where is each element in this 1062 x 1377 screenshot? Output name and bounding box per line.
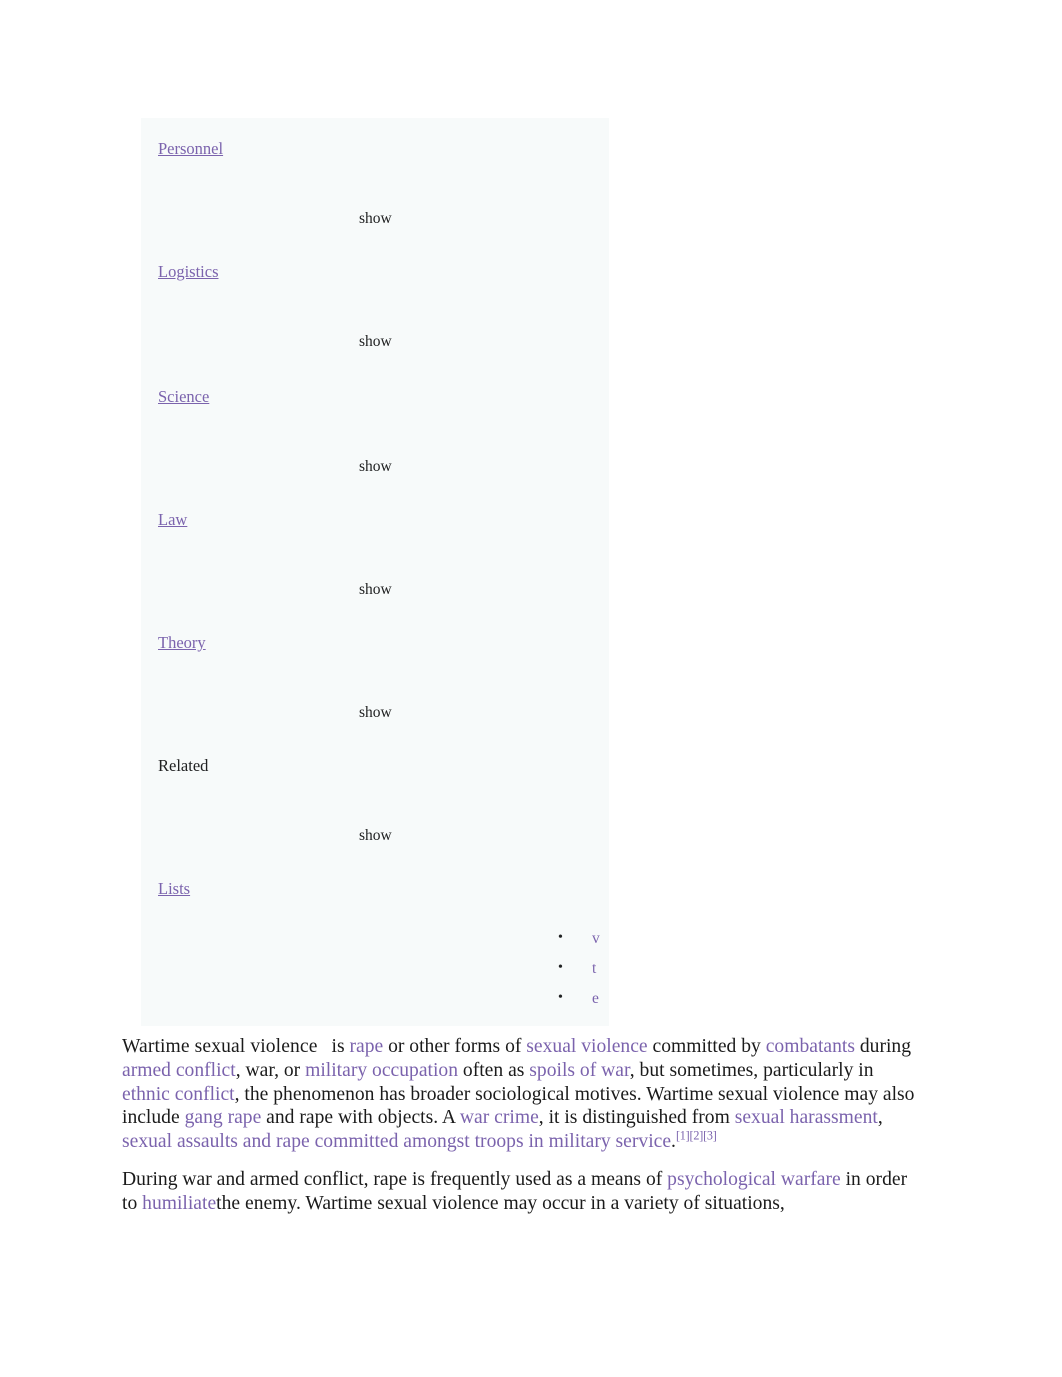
- link-combatants[interactable]: combatants: [766, 1036, 855, 1057]
- navbox: Personnel show Logistics show Science sh…: [141, 118, 609, 1026]
- navbox-show-toggle-law[interactable]: show: [359, 581, 392, 599]
- list-item: e: [541, 990, 600, 1020]
- link-sexual-assaults-troops[interactable]: sexual assaults and rape committed among…: [122, 1131, 671, 1152]
- link-war-crime[interactable]: war crime: [460, 1107, 539, 1128]
- link-humiliate[interactable]: humiliate: [142, 1193, 216, 1214]
- list-item: t: [541, 960, 600, 990]
- navbox-row-logistics: Logistics show: [141, 241, 609, 365]
- text-fragment: ,: [877, 1107, 883, 1129]
- vte-view-link[interactable]: v: [592, 930, 600, 947]
- text-fragment: during: [854, 1036, 912, 1057]
- link-rape[interactable]: rape: [349, 1036, 383, 1057]
- navbox-group-label-related: Related: [158, 756, 209, 775]
- citation-ref-3[interactable]: [3]: [703, 1129, 717, 1143]
- text-fragment: , but sometimes, particularly in: [629, 1059, 874, 1081]
- link-military-occupation[interactable]: military occupation: [305, 1060, 458, 1081]
- navbox-row-personnel: Personnel show: [141, 118, 609, 242]
- text-fragment: the enemy. Wartime sexual violence may o…: [216, 1192, 785, 1214]
- navbox-group-label-law[interactable]: Law: [158, 510, 187, 531]
- navbox-row-lists: Lists: [141, 858, 609, 982]
- navbox-group-label-science[interactable]: Science: [158, 387, 209, 408]
- text-fragment: often as: [458, 1059, 530, 1081]
- lead-term: Wartime sexual violence: [122, 1036, 318, 1057]
- lead-paragraph: Wartime sexual violence is rape or other …: [122, 1035, 915, 1154]
- vte-edit-link[interactable]: e: [592, 990, 599, 1007]
- citation-ref-2[interactable]: [2]: [690, 1129, 704, 1143]
- navbox-show-toggle-theory[interactable]: show: [359, 704, 392, 722]
- link-armed-conflict[interactable]: armed conflict: [122, 1060, 236, 1081]
- link-gang-rape[interactable]: gang rape: [185, 1107, 262, 1128]
- text-fragment: or other forms of: [383, 1036, 527, 1057]
- text-fragment: is: [331, 1036, 350, 1057]
- link-sexual-harassment[interactable]: sexual harassment: [735, 1107, 878, 1128]
- navbox-row-science: Science show: [141, 366, 609, 490]
- vte-list: v t e: [541, 930, 600, 1020]
- navbox-show-toggle-related[interactable]: show: [359, 827, 392, 845]
- link-spoils-of-war[interactable]: spoils of war: [529, 1060, 629, 1081]
- text-fragment: committed by: [647, 1036, 766, 1057]
- navbox-row-related: Related show: [141, 735, 609, 859]
- text-fragment: , war, or: [235, 1059, 306, 1081]
- navbox-group-label-lists[interactable]: Lists: [158, 879, 190, 900]
- citation-group: [1][2][3]: [676, 1129, 717, 1143]
- navbox-show-toggle-personnel[interactable]: show: [359, 210, 392, 228]
- second-paragraph: During war and armed conflict, rape is f…: [122, 1168, 915, 1216]
- text-fragment: and rape with objects. A: [261, 1107, 460, 1129]
- text-fragment: During war and armed conflict, rape is f…: [122, 1168, 668, 1190]
- navbox-row-law: Law show: [141, 489, 609, 613]
- navbox-group-label-logistics[interactable]: Logistics: [158, 262, 219, 283]
- navbox-group-label-personnel[interactable]: Personnel: [158, 139, 223, 160]
- link-psychological-warfare[interactable]: psychological warfare: [667, 1169, 841, 1190]
- list-item: v: [541, 930, 600, 960]
- link-sexual-violence[interactable]: sexual violence: [526, 1036, 647, 1057]
- vte-talk-link[interactable]: t: [592, 960, 596, 977]
- text-fragment: , it is distinguished from: [538, 1107, 735, 1129]
- navbox-row-theory: Theory show: [141, 612, 609, 736]
- article-body: Wartime sexual violence is rape or other …: [122, 1035, 915, 1230]
- navbox-show-toggle-science[interactable]: show: [359, 458, 392, 476]
- navbox-group-label-theory[interactable]: Theory: [158, 633, 206, 654]
- navbox-show-toggle-logistics[interactable]: show: [359, 333, 392, 351]
- link-ethnic-conflict[interactable]: ethnic conflict: [122, 1084, 235, 1105]
- citation-ref-1[interactable]: [1]: [676, 1129, 690, 1143]
